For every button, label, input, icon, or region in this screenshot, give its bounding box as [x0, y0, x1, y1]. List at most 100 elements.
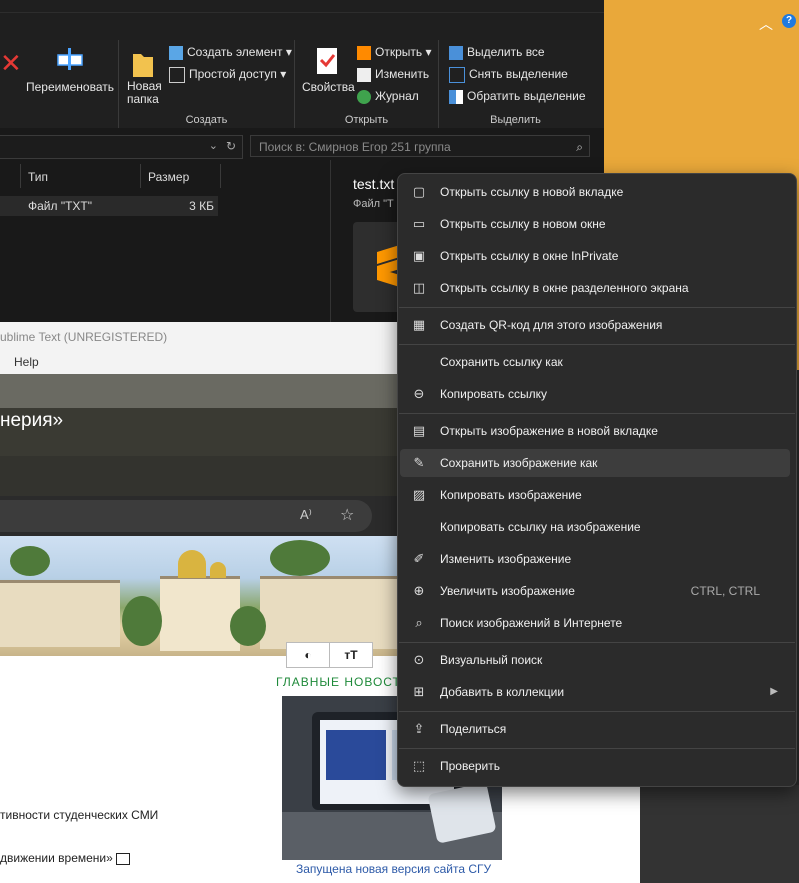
- share-icon: ⇪: [413, 721, 425, 736]
- search-icon: ⌕: [576, 140, 583, 154]
- search-input[interactable]: Поиск в: Смирнов Егор 251 группа ⌕: [250, 135, 590, 157]
- menu-item-open-link-inprivate[interactable]: ▣ Открыть ссылку в окне InPrivate: [400, 242, 790, 270]
- menu-item-open-image-new-tab[interactable]: ▤ Открыть изображение в новой вкладке: [400, 417, 790, 445]
- menu-separator: [399, 413, 795, 414]
- ribbon-group-select: Выделить все Снять выделение Обратить вы…: [439, 40, 592, 128]
- menu-item-search-image-web[interactable]: ⌕ Поиск изображений в Интернете: [400, 609, 790, 637]
- invert-selection-icon: [449, 89, 463, 104]
- read-aloud-icon[interactable]: A⁾: [300, 507, 312, 523]
- menu-item-visual-search[interactable]: ⊙ Визуальный поиск: [400, 646, 790, 674]
- sublime-menu-help[interactable]: Help: [14, 355, 39, 369]
- properties-icon[interactable]: [315, 46, 339, 79]
- submenu-arrow-icon: ▶: [770, 686, 778, 697]
- rename-button[interactable]: Переименовать: [26, 80, 114, 94]
- deselect-button[interactable]: Снять выделение: [449, 67, 568, 83]
- create-item-button[interactable]: Создать элемент ▾: [169, 45, 292, 60]
- split-screen-icon: ◫: [412, 280, 426, 295]
- url-bar[interactable]: A⁾ ☆: [0, 500, 372, 532]
- font-size-button[interactable]: ᴛT: [329, 642, 373, 668]
- easy-access-button[interactable]: Простой доступ ▾: [169, 67, 286, 83]
- open-button[interactable]: Открыть ▾: [357, 45, 432, 60]
- photo-building: [0, 580, 120, 647]
- menu-item-copy-link[interactable]: ⊖ Копировать ссылку: [400, 380, 790, 408]
- create-item-icon: [169, 45, 183, 60]
- file-row[interactable]: Файл "TXT" 3 КБ: [0, 196, 218, 216]
- column-divider: [220, 164, 221, 188]
- save-image-icon: ✎: [413, 455, 425, 470]
- menu-item-edit-image[interactable]: ✐ Изменить изображение: [400, 545, 790, 573]
- menu-separator: [399, 711, 795, 712]
- link-icon: ⊖: [413, 386, 425, 401]
- menu-separator: [399, 344, 795, 345]
- favorite-star-icon[interactable]: ☆: [340, 505, 354, 525]
- photo-church: [160, 576, 240, 651]
- collapse-ribbon-icon[interactable]: ︿: [759, 14, 773, 34]
- campus-photo[interactable]: [0, 536, 400, 656]
- properties-button[interactable]: Свойства: [302, 80, 355, 94]
- photo-icon: [116, 852, 131, 865]
- menu-separator: [399, 307, 795, 308]
- contrast-button[interactable]: ◐: [286, 642, 330, 668]
- collections-icon: ⊞: [413, 684, 425, 699]
- menu-item-save-link-as[interactable]: Сохранить ссылку как: [400, 348, 790, 376]
- photo-building: [260, 576, 400, 649]
- accessibility-buttons: ◐ ᴛT: [286, 642, 373, 668]
- new-folder-button[interactable]: Новая папка: [127, 80, 162, 106]
- edit-image-icon: ✐: [413, 551, 425, 566]
- photo-tree: [10, 546, 50, 576]
- menu-item-add-to-collections[interactable]: ⊞ Добавить в коллекции ▶: [400, 678, 790, 706]
- column-type[interactable]: Тип: [28, 170, 48, 184]
- open-icon: [357, 45, 371, 60]
- inspect-icon: ⬚: [412, 758, 426, 773]
- photo-dome: [210, 562, 226, 578]
- page-heading: нерия»: [0, 410, 64, 431]
- group-caption-select: Выделить: [490, 114, 541, 126]
- address-dropdown-icon[interactable]: ⌄: [209, 139, 218, 152]
- menu-item-save-image-as[interactable]: ✎ Сохранить изображение как: [400, 449, 790, 477]
- background-window-panel: [640, 785, 799, 883]
- column-divider: [20, 164, 21, 188]
- photo-tree: [230, 606, 266, 646]
- menu-item-open-link-new-tab[interactable]: ▢ Открыть ссылку в новой вкладке: [400, 178, 790, 206]
- menu-item-create-qr[interactable]: ▦ Создать QR-код для этого изображения: [400, 311, 790, 339]
- display-banner: [326, 730, 386, 780]
- help-icon[interactable]: ?: [782, 14, 796, 28]
- select-all-button[interactable]: Выделить все: [449, 45, 545, 60]
- delete-icon[interactable]: ✕: [0, 48, 22, 79]
- column-size[interactable]: Размер: [148, 170, 189, 184]
- explorer-titlebar: [0, 0, 604, 40]
- invert-selection-button[interactable]: Обратить выделение: [449, 89, 586, 104]
- menu-item-inspect[interactable]: ⬚ Проверить: [400, 752, 790, 780]
- new-window-icon: ▭: [412, 216, 426, 231]
- menu-item-zoom-image[interactable]: ⊕ Увеличить изображение CTRL, CTRL: [400, 577, 790, 605]
- refresh-icon[interactable]: ↻: [226, 139, 236, 153]
- visual-search-icon: ⊙: [413, 652, 425, 667]
- menu-item-share[interactable]: ⇪ Поделиться: [400, 715, 790, 743]
- menu-separator: [399, 748, 795, 749]
- history-button[interactable]: Журнал: [357, 89, 419, 104]
- pane-divider: [330, 160, 331, 322]
- preview-filetype: Файл "T: [353, 198, 394, 210]
- menu-item-open-link-new-window[interactable]: ▭ Открыть ссылку в новом окне: [400, 210, 790, 238]
- inprivate-icon: ▣: [412, 248, 426, 263]
- photo-dome: [178, 550, 206, 578]
- preview-filename: test.txt: [353, 176, 395, 192]
- qr-code-icon: ▦: [412, 317, 426, 332]
- new-folder-icon[interactable]: [131, 48, 155, 81]
- menu-item-open-link-split-screen[interactable]: ◫ Открыть ссылку в окне разделенного экра…: [400, 274, 790, 302]
- photo-tree: [270, 540, 330, 576]
- ribbon-group-open: Свойства Открыть ▾ Изменить Журнал Откры…: [295, 40, 439, 128]
- menu-item-copy-image-link[interactable]: Копировать ссылку на изображение: [400, 513, 790, 541]
- address-bar[interactable]: ⌄ ↻: [0, 135, 243, 159]
- menu-item-copy-image[interactable]: ▨ Копировать изображение: [400, 481, 790, 509]
- news-list-item[interactable]: тивности студенческих СМИ: [0, 808, 158, 822]
- deselect-icon: [449, 67, 465, 83]
- group-caption-open: Открыть: [344, 114, 389, 126]
- rename-icon[interactable]: [56, 46, 84, 72]
- zoom-icon: ⊕: [413, 583, 425, 598]
- edit-button[interactable]: Изменить: [357, 67, 429, 82]
- news-link[interactable]: Запущена новая версия сайта СГУ: [296, 862, 491, 876]
- image-search-icon: ⌕: [415, 615, 423, 630]
- news-list-item[interactable]: движении времени»: [0, 851, 131, 865]
- menu-separator: [399, 642, 795, 643]
